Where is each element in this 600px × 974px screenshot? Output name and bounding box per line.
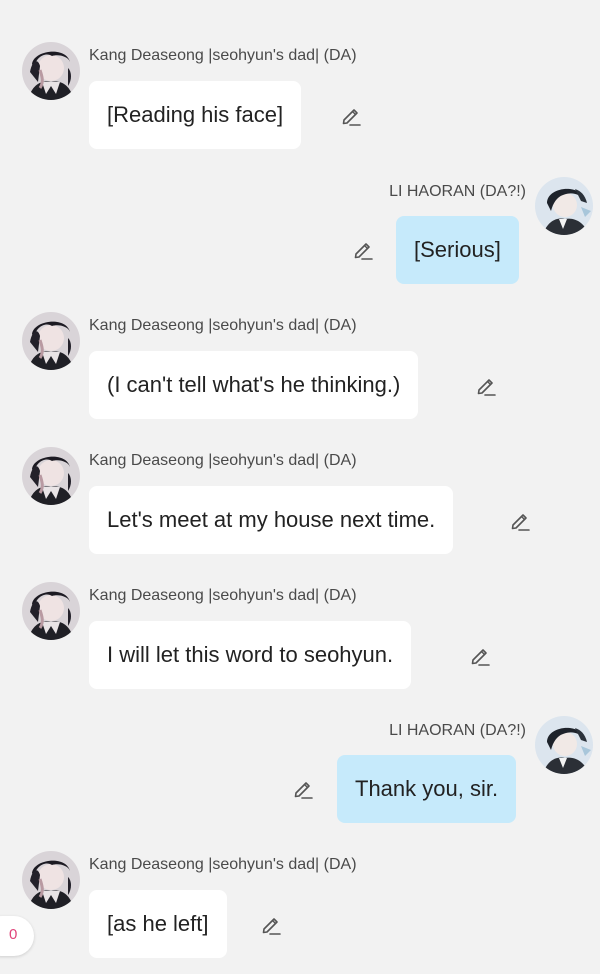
pencil-icon[interactable] (260, 914, 282, 936)
sender-name: LI HAORAN (DA?!) (389, 722, 526, 739)
message-bubble: (I can't tell what's he thinking.) (89, 351, 419, 419)
message-bubble: I will let this word to seohyun. (89, 621, 412, 689)
character-avatar[interactable] (22, 447, 80, 505)
sender-name: Kang Deaseong |seohyun's dad| (DA) (89, 587, 357, 604)
counter-value: 0 (9, 926, 18, 943)
pencil-icon[interactable] (509, 510, 531, 532)
pencil-icon[interactable] (340, 105, 362, 127)
character-avatar[interactable] (22, 851, 80, 909)
sender-name: Kang Deaseong |seohyun's dad| (DA) (89, 47, 357, 64)
message-bubble: [Serious] (396, 216, 519, 284)
sender-name: Kang Deaseong |seohyun's dad| (DA) (89, 317, 357, 334)
message-bubble: Let's meet at my house next time. (89, 486, 454, 554)
message-bubble: [Reading his face] (89, 81, 302, 149)
sender-name: Kang Deaseong |seohyun's dad| (DA) (89, 452, 357, 469)
pencil-icon[interactable] (475, 375, 497, 397)
pencil-icon[interactable] (352, 239, 374, 261)
chat-view: Kang Deaseong |seohyun's dad| (DA) [Read… (0, 0, 600, 974)
sender-name: Kang Deaseong |seohyun's dad| (DA) (89, 856, 357, 873)
counter-badge[interactable]: 0 (0, 916, 34, 956)
character-avatar[interactable] (535, 716, 593, 774)
pencil-icon[interactable] (292, 778, 314, 800)
sender-name: LI HAORAN (DA?!) (389, 183, 526, 200)
character-avatar[interactable] (22, 312, 80, 370)
character-avatar[interactable] (22, 42, 80, 100)
message-bubble: [as he left] (89, 890, 227, 958)
character-avatar[interactable] (22, 582, 80, 640)
character-avatar[interactable] (535, 177, 593, 235)
message-bubble: Thank you, sir. (337, 755, 517, 823)
pencil-icon[interactable] (469, 645, 491, 667)
